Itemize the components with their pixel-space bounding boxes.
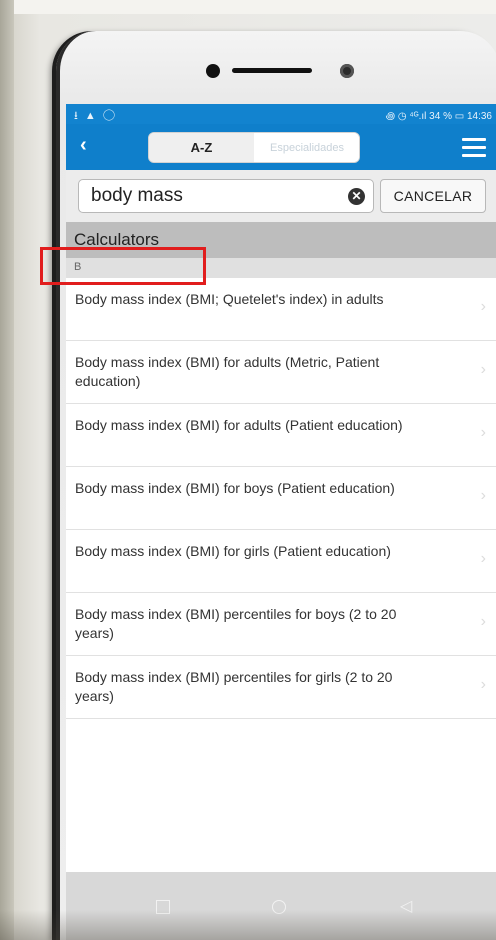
list-item[interactable]: Body mass index (BMI) percentiles for gi… bbox=[66, 656, 496, 719]
list-item-label: Body mass index (BMI) for adults (Metric… bbox=[75, 354, 380, 389]
background-top bbox=[0, 0, 496, 14]
list-item[interactable]: Body mass index (BMI) for adults (Patien… bbox=[66, 404, 496, 467]
list-item[interactable]: Body mass index (BMI) percentiles for bo… bbox=[66, 593, 496, 656]
highlight-annotation bbox=[40, 247, 206, 285]
phone-screen: ⭳ ▲ ◯ ꩜ ◷ ⁴ᴳ.ıl 34 % ▭ 14:36 ‹ A-Z Espec… bbox=[66, 104, 496, 872]
chevron-right-icon: › bbox=[480, 676, 486, 693]
list-item-label: Body mass index (BMI; Quetelet's index) … bbox=[75, 291, 384, 307]
sensor-dot bbox=[206, 64, 220, 78]
list-item-label: Body mass index (BMI) percentiles for gi… bbox=[75, 669, 393, 704]
back-button[interactable]: ‹ bbox=[80, 134, 87, 157]
results-list: Body mass index (BMI; Quetelet's index) … bbox=[66, 278, 496, 719]
bottom-shadow bbox=[0, 910, 496, 940]
cancel-button[interactable]: CANCELAR bbox=[380, 179, 486, 213]
chevron-right-icon: › bbox=[480, 613, 486, 630]
chevron-right-icon: › bbox=[480, 550, 486, 567]
list-item[interactable]: Body mass index (BMI) for boys (Patient … bbox=[66, 467, 496, 530]
tab-a-z[interactable]: A-Z bbox=[149, 133, 254, 162]
earpiece-speaker bbox=[232, 68, 312, 73]
app-toolbar: ‹ A-Z Especialidades bbox=[66, 124, 496, 170]
chevron-right-icon: › bbox=[480, 487, 486, 504]
menu-line bbox=[462, 138, 486, 141]
search-value: body mass bbox=[91, 185, 183, 206]
chevron-right-icon: › bbox=[480, 298, 486, 315]
status-icons-right: ꩜ ◷ ⁴ᴳ.ıl 34 % ▭ 14:36 bbox=[385, 111, 492, 122]
search-row: body mass ✕ CANCELAR bbox=[66, 170, 496, 222]
close-circle-icon[interactable]: ✕ bbox=[348, 188, 365, 205]
segmented-control: A-Z Especialidades bbox=[148, 132, 360, 163]
search-input[interactable]: body mass ✕ bbox=[78, 179, 374, 213]
chevron-right-icon: › bbox=[480, 361, 486, 378]
chevron-right-icon: › bbox=[480, 424, 486, 441]
status-bar: ⭳ ▲ ◯ ꩜ ◷ ⁴ᴳ.ıl 34 % ▭ 14:36 bbox=[66, 104, 496, 124]
menu-line bbox=[462, 146, 486, 149]
list-item-label: Body mass index (BMI) for girls (Patient… bbox=[75, 543, 391, 559]
list-item-label: Body mass index (BMI) percentiles for bo… bbox=[75, 606, 397, 641]
front-camera bbox=[340, 64, 354, 78]
tab-especialidades[interactable]: Especialidades bbox=[255, 133, 359, 162]
list-item[interactable]: Body mass index (BMI) for girls (Patient… bbox=[66, 530, 496, 593]
list-item[interactable]: Body mass index (BMI) for adults (Metric… bbox=[66, 341, 496, 404]
background-left-edge bbox=[0, 0, 14, 940]
list-item-label: Body mass index (BMI) for boys (Patient … bbox=[75, 480, 395, 496]
menu-line bbox=[462, 154, 486, 157]
list-item-label: Body mass index (BMI) for adults (Patien… bbox=[75, 417, 403, 433]
hamburger-menu-icon[interactable] bbox=[462, 138, 486, 157]
list-item[interactable]: Body mass index (BMI; Quetelet's index) … bbox=[66, 278, 496, 341]
